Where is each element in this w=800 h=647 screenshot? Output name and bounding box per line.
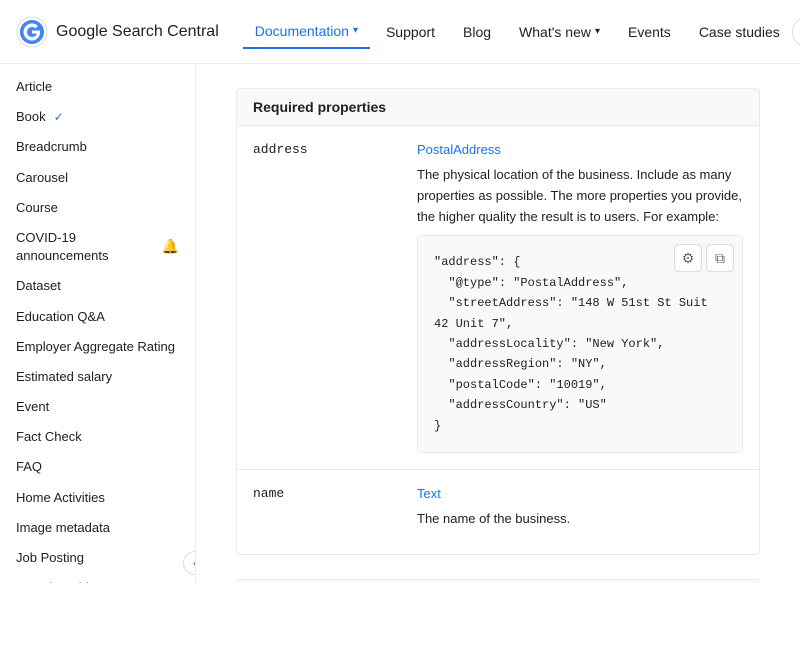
- required-properties-section: Required properties address PostalAddres…: [236, 88, 760, 555]
- nav-support[interactable]: Support: [374, 16, 447, 48]
- sidebar-item-job-posting[interactable]: Job Posting: [0, 543, 195, 573]
- sidebar: Article Book ✓ Breadcrumb Carousel Cours…: [0, 64, 196, 583]
- property-details-name: Text The name of the business.: [417, 486, 743, 538]
- property-desc-name: The name of the business.: [417, 509, 743, 530]
- header-nav: Documentation ▾ Support Blog What's new …: [243, 15, 792, 49]
- code-settings-button[interactable]: ⚙: [674, 244, 702, 272]
- search-box[interactable]: Search: [792, 16, 800, 48]
- sidebar-item-learning-video[interactable]: Learning Video: [0, 573, 195, 583]
- logo[interactable]: Google Search Central: [16, 16, 219, 48]
- property-type-address[interactable]: PostalAddress: [417, 142, 743, 157]
- sidebar-item-fact-check[interactable]: Fact Check: [0, 422, 195, 452]
- sidebar-item-breadcrumb[interactable]: Breadcrumb: [0, 132, 195, 162]
- sidebar-item-dataset[interactable]: Dataset: [0, 271, 195, 301]
- google-logo-icon: [16, 16, 48, 48]
- sidebar-item-book[interactable]: Book ✓: [0, 102, 195, 132]
- property-name-address: address: [253, 142, 393, 453]
- covid-icon: 🔔: [162, 237, 179, 257]
- sidebar-item-home-activities[interactable]: Home Activities: [0, 483, 195, 513]
- property-details-address: PostalAddress The physical location of t…: [417, 142, 743, 453]
- property-type-name[interactable]: Text: [417, 486, 743, 501]
- sidebar-item-article[interactable]: Article: [0, 72, 195, 102]
- nav-documentation[interactable]: Documentation ▾: [243, 15, 370, 49]
- logo-text: Google Search Central: [56, 23, 219, 41]
- required-section-header: Required properties: [237, 89, 759, 126]
- sidebar-item-estimated-salary[interactable]: Estimated salary: [0, 362, 195, 392]
- code-content: "address": { "@type": "PostalAddress", "…: [434, 252, 726, 436]
- nav-whats-new[interactable]: What's new ▾: [507, 16, 612, 48]
- book-badge: ✓: [54, 109, 64, 126]
- nav-blog[interactable]: Blog: [451, 16, 503, 48]
- sidebar-item-course[interactable]: Course: [0, 193, 195, 223]
- property-row-address: address PostalAddress The physical locat…: [237, 126, 759, 470]
- property-desc-address: The physical location of the business. I…: [417, 165, 743, 227]
- chevron-left-icon: ‹: [193, 556, 196, 570]
- code-block-address: ⚙ ⧉ "address": { "@type": "PostalAddress…: [417, 235, 743, 453]
- sidebar-item-event[interactable]: Event: [0, 392, 195, 422]
- recommended-properties-section: Recommended properties aggregateRating A…: [236, 579, 760, 583]
- nav-events[interactable]: Events: [616, 16, 683, 48]
- property-name-name: name: [253, 486, 393, 538]
- code-copy-button[interactable]: ⧉: [706, 244, 734, 272]
- layout: Article Book ✓ Breadcrumb Carousel Cours…: [0, 64, 800, 583]
- header: Google Search Central Documentation ▾ Su…: [0, 0, 800, 64]
- sidebar-item-employer-aggregate[interactable]: Employer Aggregate Rating: [0, 332, 195, 362]
- main-content: Required properties address PostalAddres…: [196, 64, 800, 583]
- chevron-down-icon-2: ▾: [595, 26, 600, 37]
- chevron-down-icon: ▾: [353, 25, 358, 36]
- property-row-name: name Text The name of the business.: [237, 470, 759, 554]
- code-toolbar: ⚙ ⧉: [674, 244, 734, 272]
- sidebar-item-image-metadata[interactable]: Image metadata: [0, 513, 195, 543]
- nav-case-studies[interactable]: Case studies: [687, 16, 792, 48]
- sidebar-item-faq[interactable]: FAQ: [0, 452, 195, 482]
- sidebar-item-education-qa[interactable]: Education Q&A: [0, 302, 195, 332]
- sidebar-item-carousel[interactable]: Carousel: [0, 163, 195, 193]
- sidebar-item-covid[interactable]: COVID-19 announcements 🔔: [0, 223, 195, 271]
